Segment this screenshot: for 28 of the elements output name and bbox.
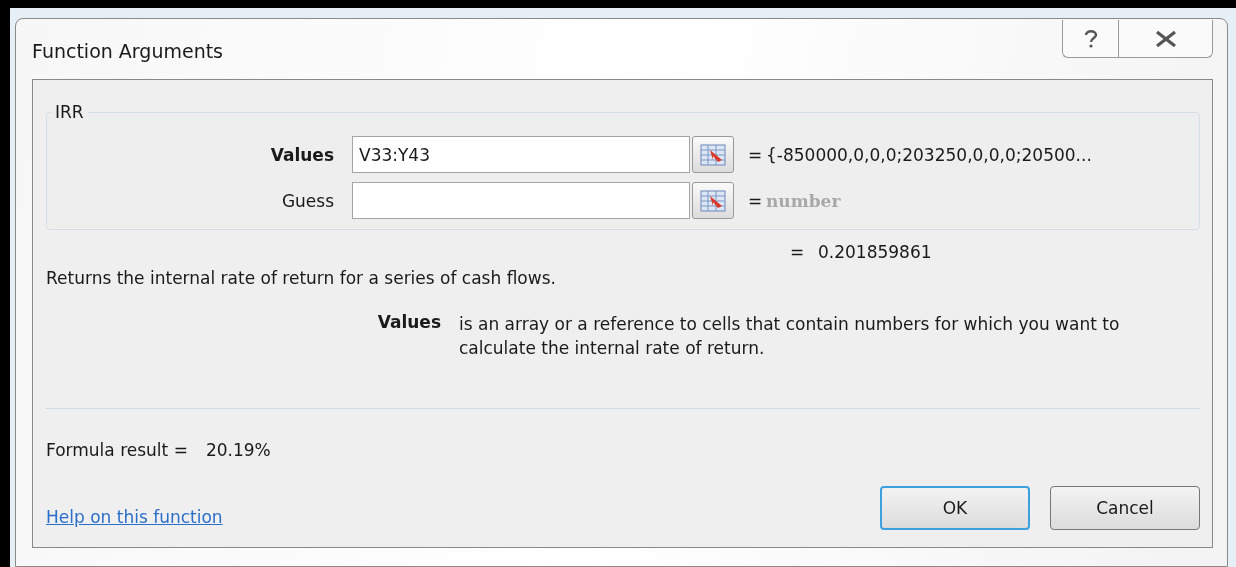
help-icon xyxy=(1083,28,1098,49)
argument-help-text: is an array or a reference to cells that contain numbers for which you want to calculate the internal rate of return. xyxy=(459,313,1121,360)
argument-label: Guess xyxy=(280,190,335,211)
window-title: Function Arguments xyxy=(32,40,224,62)
close-button[interactable] xyxy=(1118,20,1213,58)
collapse-button[interactable] xyxy=(692,182,734,219)
argument-help-name: Values xyxy=(376,312,442,334)
argument-field[interactable]: V33:Y43 xyxy=(352,136,690,173)
formula-result-value: 20.19% xyxy=(205,440,271,460)
argument-label: Values xyxy=(269,144,335,165)
dialog-button[interactable]: OK xyxy=(880,486,1030,530)
close-icon xyxy=(1154,30,1177,47)
argument-result: number xyxy=(766,190,842,211)
collapse-button[interactable] xyxy=(692,136,734,173)
function-result: 0.201859861 xyxy=(818,242,932,262)
dialog-button[interactable]: Cancel xyxy=(1050,486,1200,530)
formula-result-label: Formula result = xyxy=(46,440,188,460)
help-button[interactable] xyxy=(1062,20,1118,58)
function-name: IRR xyxy=(54,102,85,122)
range-select-icon xyxy=(700,189,726,212)
equals-sign: = xyxy=(747,144,762,165)
function-description: Returns the internal rate of return for a series of cash flows. xyxy=(46,268,557,288)
help-link[interactable]: Help on this function xyxy=(46,507,223,527)
range-select-icon xyxy=(700,143,726,166)
equals-sign: = xyxy=(747,190,762,211)
argument-result: {-850000,0,0,0;203250,0,0,0;20500... xyxy=(766,144,1093,165)
equals-sign: = xyxy=(789,242,804,262)
argument-field[interactable] xyxy=(352,182,690,219)
